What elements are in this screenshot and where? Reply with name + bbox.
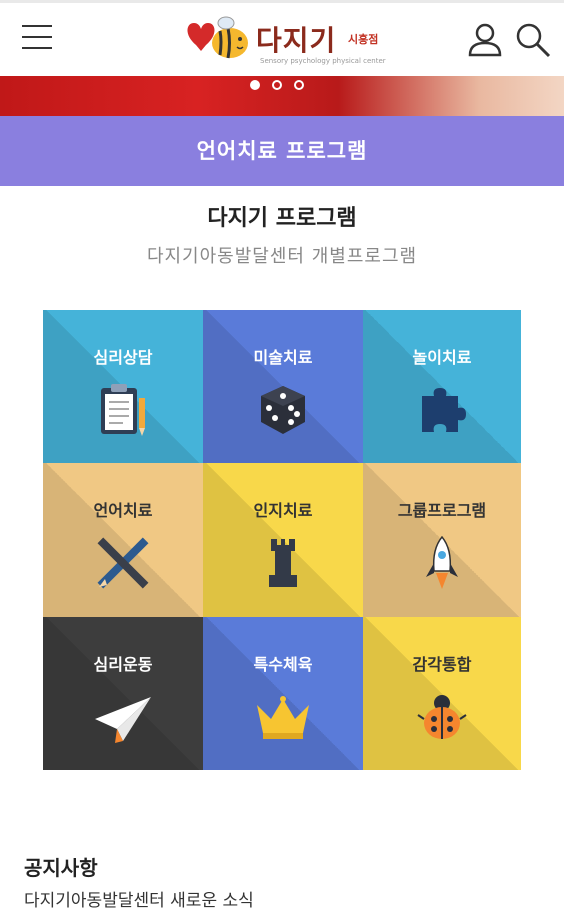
program-label: 감각통합 bbox=[412, 655, 472, 674]
pencil-ruler-icon bbox=[95, 535, 151, 595]
carousel-dot-2[interactable] bbox=[272, 80, 282, 90]
section-title: 다지기 프로그램 bbox=[207, 206, 357, 231]
user-icon[interactable] bbox=[466, 21, 504, 59]
logo-subtitle: Sensory psychology physical center bbox=[260, 57, 386, 65]
program-grid: 심리상담 미술치료 놀이치료 언어치료 인지치료 그룹프로그램 심리운동 특수체… bbox=[43, 310, 521, 770]
logo[interactable]: 다지기 시흥점 Sensory psychology physical cent… bbox=[182, 11, 392, 71]
carousel-dot-3[interactable] bbox=[294, 80, 304, 90]
program-tile[interactable]: 인지치료 bbox=[203, 463, 363, 617]
ladybug-icon bbox=[414, 689, 470, 749]
carousel-dot-1[interactable] bbox=[250, 80, 260, 90]
crown-icon bbox=[253, 689, 313, 749]
program-label: 심리상담 bbox=[93, 348, 153, 367]
program-label: 미술치료 bbox=[253, 348, 313, 367]
logo-text: 다지기 bbox=[256, 24, 337, 57]
program-banner[interactable]: 언어치료 프로그램 bbox=[0, 116, 564, 186]
search-icon[interactable] bbox=[514, 21, 552, 59]
program-tile[interactable]: 놀이치료 bbox=[363, 310, 521, 463]
program-label: 언어치료 bbox=[93, 501, 153, 520]
puzzle-icon bbox=[414, 382, 470, 442]
program-tile[interactable]: 감각통합 bbox=[363, 617, 521, 770]
chess-rook-icon bbox=[255, 535, 311, 595]
program-tile[interactable]: 심리운동 bbox=[43, 617, 203, 770]
notice-item[interactable]: 다지기아동발달센터 새로운 소식 bbox=[24, 886, 254, 911]
program-tile[interactable]: 언어치료 bbox=[43, 463, 203, 617]
program-tile[interactable]: 미술치료 bbox=[203, 310, 363, 463]
notice-title: 공지사항 bbox=[24, 856, 98, 880]
bee-heart-logo-icon bbox=[187, 16, 248, 59]
clipboard-icon bbox=[95, 382, 151, 442]
program-label: 특수체육 bbox=[253, 655, 313, 674]
program-label: 그룹프로그램 bbox=[397, 501, 487, 520]
program-label: 심리운동 bbox=[93, 655, 153, 674]
menu-icon[interactable] bbox=[22, 25, 54, 53]
program-label: 인지치료 bbox=[253, 501, 313, 520]
paper-plane-icon bbox=[93, 689, 153, 749]
program-label: 놀이치료 bbox=[412, 348, 472, 367]
rocket-icon bbox=[414, 535, 470, 595]
program-tile[interactable]: 그룹프로그램 bbox=[363, 463, 521, 617]
app-header: 다지기 시흥점 Sensory psychology physical cent… bbox=[0, 0, 564, 76]
program-tile[interactable]: 특수체육 bbox=[203, 617, 363, 770]
carousel-dots bbox=[250, 80, 304, 90]
section-subtitle: 다지기아동발달센터 개별프로그램 bbox=[146, 246, 418, 267]
program-tile[interactable]: 심리상담 bbox=[43, 310, 203, 463]
dice-icon bbox=[255, 382, 311, 442]
logo-branch: 시흥점 bbox=[348, 33, 379, 46]
